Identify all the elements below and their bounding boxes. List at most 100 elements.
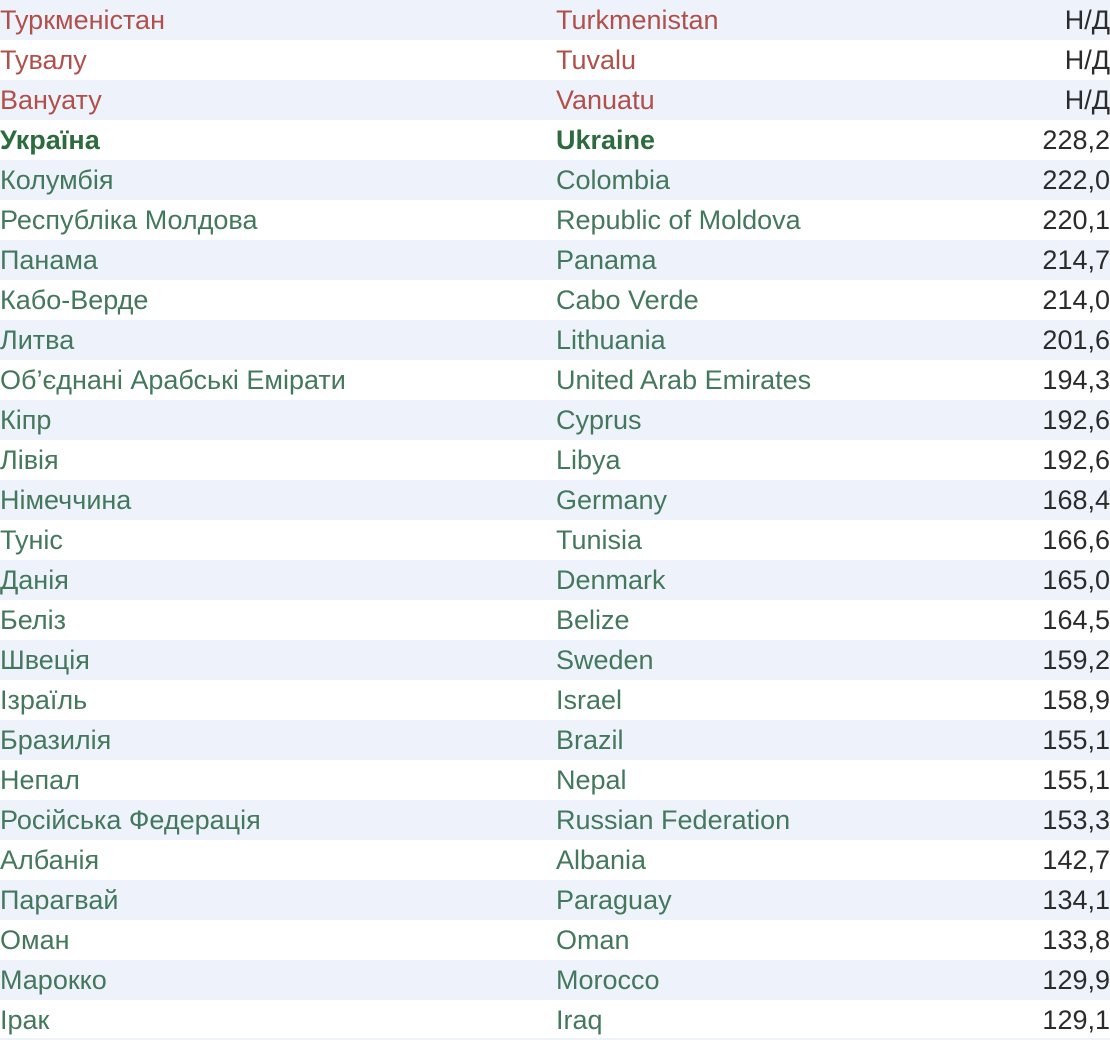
country-value: Н/Д: [1064, 45, 1110, 75]
country-name-english: United Arab Emirates: [556, 365, 812, 395]
country-name-ukrainian: Колумбія: [0, 165, 114, 195]
country-name-english: Cyprus: [556, 405, 642, 435]
country-name-english: Russian Federation: [556, 805, 791, 835]
country-value: 192,6: [1042, 405, 1110, 435]
country-value: 164,5: [1042, 605, 1110, 635]
country-name-ukrainian: Туніс: [0, 525, 63, 555]
country-name-english: Belize: [556, 605, 630, 635]
country-name-english: Panama: [556, 245, 657, 275]
country-value: 201,6: [1042, 325, 1110, 355]
country-value: 155,1: [1042, 765, 1110, 795]
country-name-ukrainian: Швеція: [0, 645, 90, 675]
table-row: Парагвай Paraguay 134,1: [0, 880, 1110, 920]
country-name-english: Ukraine: [556, 125, 656, 155]
country-name-english: Tunisia: [556, 525, 643, 555]
table-row: Німеччина Germany 168,4: [0, 480, 1110, 520]
country-name-ukrainian: Республіка Молдова: [0, 205, 258, 235]
country-name-ukrainian: Беліз: [0, 605, 66, 635]
table-row: Вануату Vanuatu Н/Д: [0, 80, 1110, 120]
country-name-english: Albania: [556, 845, 647, 875]
table-body: Туркменістан Turkmenistan Н/Д Тувалу Tuvalu Н…: [0, 0, 1110, 1040]
table-row: Ізраїль Israel 158,9: [0, 680, 1110, 720]
country-name-english: Brazil: [556, 725, 624, 755]
table-row: Марокко Morocco 129,9: [0, 960, 1110, 1000]
country-name-english: Sweden: [556, 645, 654, 675]
country-value: 192,6: [1042, 445, 1110, 475]
country-value: 214,7: [1042, 245, 1110, 275]
country-name-english: Libya: [556, 445, 621, 475]
table-row: Тувалу Tuvalu Н/Д: [0, 40, 1110, 80]
country-name-english: Vanuatu: [556, 85, 655, 115]
table-row: Лівія Libya 192,6: [0, 440, 1110, 480]
country-name-ukrainian: Вануату: [0, 85, 102, 115]
country-name-english: Iraq: [556, 1005, 603, 1035]
table-row: Кабо-Верде Cabo Verde 214,0: [0, 280, 1110, 320]
country-name-ukrainian: Німеччина: [0, 485, 132, 515]
country-name-english: Turkmenistan: [556, 5, 719, 35]
table-row: Колумбія Colombia 222,0: [0, 160, 1110, 200]
table-row: Данія Denmark 165,0: [0, 560, 1110, 600]
country-name-ukrainian: Данія: [0, 565, 69, 595]
country-name-ukrainian: Російська Федерація: [0, 805, 261, 835]
country-value: 220,1: [1042, 205, 1110, 235]
country-value: Н/Д: [1064, 5, 1110, 35]
country-name-ukrainian: Ізраїль: [0, 685, 88, 715]
table-row: Туніс Tunisia 166,6: [0, 520, 1110, 560]
table-row: Бразилія Brazil 155,1: [0, 720, 1110, 760]
country-name-ukrainian: Непал: [0, 765, 80, 795]
country-name-ukrainian: Ірак: [0, 1005, 50, 1035]
country-name-ukrainian: Тувалу: [0, 45, 87, 75]
country-value: 142,7: [1042, 845, 1110, 875]
country-name-english: Morocco: [556, 965, 660, 995]
table-row: Україна Ukraine 228,2: [0, 120, 1110, 160]
country-name-ukrainian: Оман: [0, 925, 70, 955]
country-name-english: Lithuania: [556, 325, 666, 355]
table-row: Непал Nepal 155,1: [0, 760, 1110, 800]
table-row: Панама Panama 214,7: [0, 240, 1110, 280]
country-value: 129,1: [1042, 1005, 1110, 1035]
country-name-english: Paraguay: [556, 885, 672, 915]
country-value: 214,0: [1042, 285, 1110, 315]
country-value: 158,9: [1042, 685, 1110, 715]
country-name-ukrainian: Албанія: [0, 845, 100, 875]
table-row: Албанія Albania 142,7: [0, 840, 1110, 880]
country-name-english: Nepal: [556, 765, 627, 795]
country-value: 222,0: [1042, 165, 1110, 195]
country-value: 194,3: [1042, 365, 1110, 395]
country-name-ukrainian: Панама: [0, 245, 98, 275]
country-name-english: Republic of Moldova: [556, 205, 801, 235]
table-row: Кіпр Cyprus 192,6: [0, 400, 1110, 440]
country-name-ukrainian: Україна: [0, 125, 100, 155]
country-ranking-table: Туркменістан Turkmenistan Н/Д Тувалу Tuvalu Н…: [0, 0, 1110, 1040]
country-name-ukrainian: Об’єднані Арабські Емірати: [0, 365, 346, 395]
country-name-ukrainian: Кіпр: [0, 405, 52, 435]
country-value: Н/Д: [1064, 85, 1110, 115]
table-row: Литва Lithuania 201,6: [0, 320, 1110, 360]
table-row: Російська Федерація Russian Federation 153…: [0, 800, 1110, 840]
country-name-ukrainian: Бразилія: [0, 725, 112, 755]
country-name-english: Israel: [556, 685, 623, 715]
table-row: Ірак Iraq 129,1: [0, 1000, 1110, 1040]
country-name-english: Germany: [556, 485, 668, 515]
country-value: 228,2: [1042, 125, 1110, 155]
table-row: Швеція Sweden 159,2: [0, 640, 1110, 680]
country-name-ukrainian: Парагвай: [0, 885, 119, 915]
country-name-ukrainian: Марокко: [0, 965, 107, 995]
country-name-english: Denmark: [556, 565, 666, 595]
table-row: Республіка Молдова Republic of Moldova 220…: [0, 200, 1110, 240]
country-value: 129,9: [1042, 965, 1110, 995]
table-row: Об’єднані Арабські Емірати United Arab Em…: [0, 360, 1110, 400]
country-name-english: Tuvalu: [556, 45, 637, 75]
country-name-english: Colombia: [556, 165, 671, 195]
country-name-ukrainian: Кабо-Верде: [0, 285, 149, 315]
country-name-english: Cabo Verde: [556, 285, 699, 315]
country-value: 159,2: [1042, 645, 1110, 675]
country-name-english: Oman: [556, 925, 630, 955]
country-value: 166,6: [1042, 525, 1110, 555]
table-row: Туркменістан Turkmenistan Н/Д: [0, 0, 1110, 40]
country-value: 165,0: [1042, 565, 1110, 595]
country-name-ukrainian: Литва: [0, 325, 75, 355]
country-name-ukrainian: Лівія: [0, 445, 59, 475]
country-value: 155,1: [1042, 725, 1110, 755]
country-value: 168,4: [1042, 485, 1110, 515]
